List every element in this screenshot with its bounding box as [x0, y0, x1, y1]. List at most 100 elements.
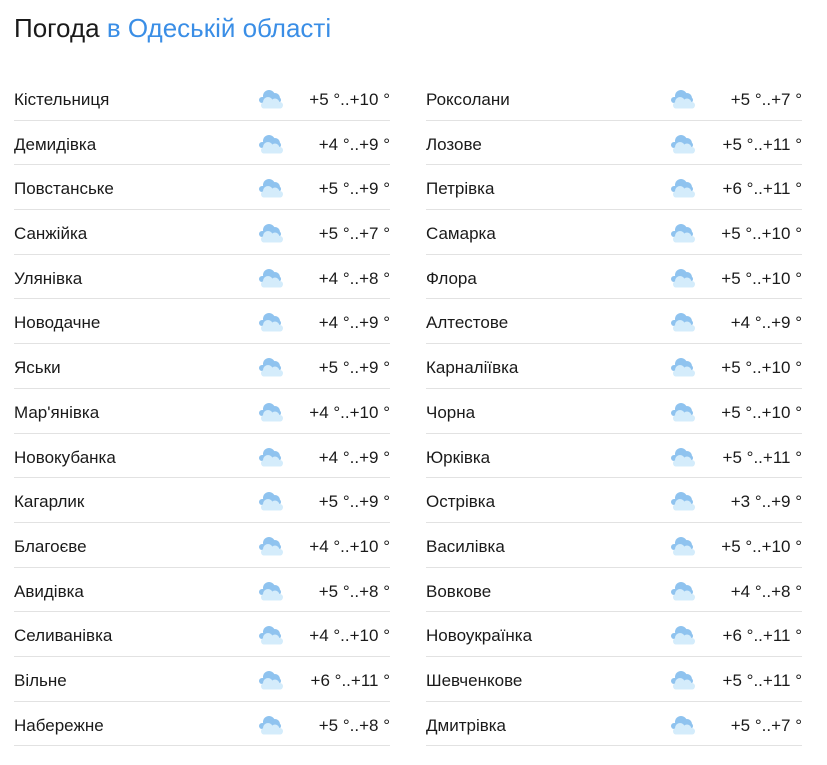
- temperature-range: +5 °..+11 °: [722, 134, 802, 154]
- city-name-link[interactable]: Василівка: [426, 536, 505, 558]
- temperature-range: +4 °..+9 °: [730, 313, 802, 333]
- city-name-link[interactable]: Вільне: [14, 670, 67, 692]
- cloud-icon: [668, 401, 698, 423]
- city-name-link[interactable]: Флора: [426, 268, 477, 290]
- temperature-range: +4 °..+10 °: [309, 402, 390, 422]
- temperature-range: +4 °..+9 °: [318, 447, 390, 467]
- city-name-link[interactable]: Роксолани: [426, 89, 510, 111]
- city-name-link[interactable]: Шевченкове: [426, 670, 522, 692]
- temperature-range: +6 °..+11 °: [722, 626, 802, 646]
- city-name-link[interactable]: Мар'янівка: [14, 402, 99, 424]
- cloud-icon: [256, 714, 286, 736]
- city-name-link[interactable]: Новокубанка: [14, 447, 116, 469]
- city-name-link[interactable]: Санжійка: [14, 223, 87, 245]
- page-title: Погода в Одеській області: [14, 12, 331, 44]
- cloud-icon: [668, 535, 698, 557]
- city-row: Кагарлик +5 °..+9 °: [14, 478, 390, 523]
- city-list-left: Кістельниця +5 °..+10 ° Демидівка +4 °..+9 …: [14, 76, 390, 747]
- cloud-icon: [668, 624, 698, 646]
- cloud-icon: [256, 177, 286, 199]
- cloud-icon: [668, 133, 698, 155]
- page-title-region-link[interactable]: в Одеській області: [107, 13, 331, 43]
- city-name-link[interactable]: Лозове: [426, 134, 482, 156]
- temperature-range: +5 °..+10 °: [721, 536, 802, 556]
- cloud-icon: [668, 267, 698, 289]
- temperature-range: +5 °..+8 °: [318, 715, 390, 735]
- city-row: Вільне +6 °..+11 °: [14, 657, 390, 702]
- city-name-link[interactable]: Повстанське: [14, 178, 114, 200]
- cloud-icon: [668, 714, 698, 736]
- city-name-link[interactable]: Селиванівка: [14, 625, 112, 647]
- city-row: Демидівка +4 °..+9 °: [14, 121, 390, 166]
- cloud-icon: [256, 133, 286, 155]
- temperature-range: +5 °..+11 °: [722, 670, 802, 690]
- cloud-icon: [256, 624, 286, 646]
- temperature-range: +5 °..+7 °: [730, 715, 802, 735]
- city-name-link[interactable]: Новоукраїнка: [426, 625, 532, 647]
- city-name-link[interactable]: Улянівка: [14, 268, 82, 290]
- city-list-right: Роксолани +5 °..+7 ° Лозове +5 °..+11 ° Петр…: [426, 76, 802, 747]
- city-row: Благоєве +4 °..+10 °: [14, 523, 390, 568]
- city-name-link[interactable]: Петрівка: [426, 178, 494, 200]
- cloud-icon: [668, 446, 698, 468]
- temperature-range: +5 °..+10 °: [309, 90, 390, 109]
- city-name-link[interactable]: Вовкове: [426, 581, 491, 603]
- temperature-range: +5 °..+11 °: [722, 447, 802, 467]
- cloud-icon: [668, 669, 698, 691]
- city-name-link[interactable]: Благоєве: [14, 536, 87, 558]
- temperature-range: +5 °..+10 °: [721, 224, 802, 244]
- temperature-range: +4 °..+8 °: [318, 268, 390, 288]
- cloud-icon: [256, 267, 286, 289]
- city-name-link[interactable]: Юрківка: [426, 447, 490, 469]
- city-name-link[interactable]: Кістельниця: [14, 89, 109, 111]
- weather-page: Погода в Одеській області Кістельниця +5 …: [0, 0, 827, 765]
- cloud-icon: [668, 356, 698, 378]
- city-name-link[interactable]: Чорна: [426, 402, 475, 424]
- temperature-range: +4 °..+10 °: [309, 536, 390, 556]
- city-row: Новоукраїнка +6 °..+11 °: [426, 612, 802, 657]
- city-name-link[interactable]: Острівка: [426, 491, 495, 513]
- temperature-range: +4 °..+10 °: [309, 626, 390, 646]
- temperature-range: +4 °..+9 °: [318, 134, 390, 154]
- city-row: Улянівка +4 °..+8 °: [14, 255, 390, 300]
- cloud-icon: [256, 88, 286, 110]
- cloud-icon: [668, 490, 698, 512]
- city-name-link[interactable]: Авидівка: [14, 581, 84, 603]
- cloud-icon: [256, 446, 286, 468]
- temperature-range: +5 °..+9 °: [318, 492, 390, 512]
- city-row: Шевченкове +5 °..+11 °: [426, 657, 802, 702]
- temperature-range: +5 °..+7 °: [318, 224, 390, 244]
- city-row: Чорна +5 °..+10 °: [426, 389, 802, 434]
- cloud-icon: [668, 88, 698, 110]
- city-name-link[interactable]: Яськи: [14, 357, 61, 379]
- city-name-link[interactable]: Кагарлик: [14, 491, 84, 513]
- city-name-link[interactable]: Дмитрівка: [426, 715, 506, 737]
- city-row: Повстанське +5 °..+9 °: [14, 165, 390, 211]
- temperature-range: +3 °..+9 °: [730, 492, 802, 512]
- city-row: Селиванівка +4 °..+10 °: [14, 612, 390, 657]
- city-row: Новокубанка +4 °..+9 °: [14, 434, 390, 479]
- temperature-range: +5 °..+9 °: [318, 179, 390, 199]
- city-row: Кістельниця +5 °..+10 °: [14, 76, 390, 121]
- cloud-icon: [256, 535, 286, 557]
- city-row: Василівка +5 °..+10 °: [426, 523, 802, 568]
- temperature-range: +5 °..+10 °: [721, 268, 802, 288]
- city-name-link[interactable]: Демидівка: [14, 134, 96, 156]
- city-row: Самарка +5 °..+10 °: [426, 210, 802, 255]
- page-title-main: Погода: [14, 13, 100, 43]
- cloud-icon: [256, 311, 286, 333]
- city-row: Острівка +3 °..+9 °: [426, 478, 802, 523]
- city-name-link[interactable]: Самарка: [426, 223, 496, 245]
- city-row: Флора +5 °..+10 °: [426, 255, 802, 300]
- cloud-icon: [668, 222, 698, 244]
- city-name-link[interactable]: Новодачне: [14, 312, 100, 334]
- city-name-link[interactable]: Набережне: [14, 715, 104, 737]
- city-name-link[interactable]: Карналіївка: [426, 357, 518, 379]
- city-name-link[interactable]: Алтестове: [426, 312, 508, 334]
- temperature-range: +6 °..+11 °: [722, 179, 802, 199]
- temperature-range: +5 °..+10 °: [721, 358, 802, 378]
- city-row: Алтестове +4 °..+9 °: [426, 299, 802, 345]
- temperature-range: +4 °..+9 °: [318, 313, 390, 333]
- cloud-icon: [668, 177, 698, 199]
- city-row: Яськи +5 °..+9 °: [14, 344, 390, 389]
